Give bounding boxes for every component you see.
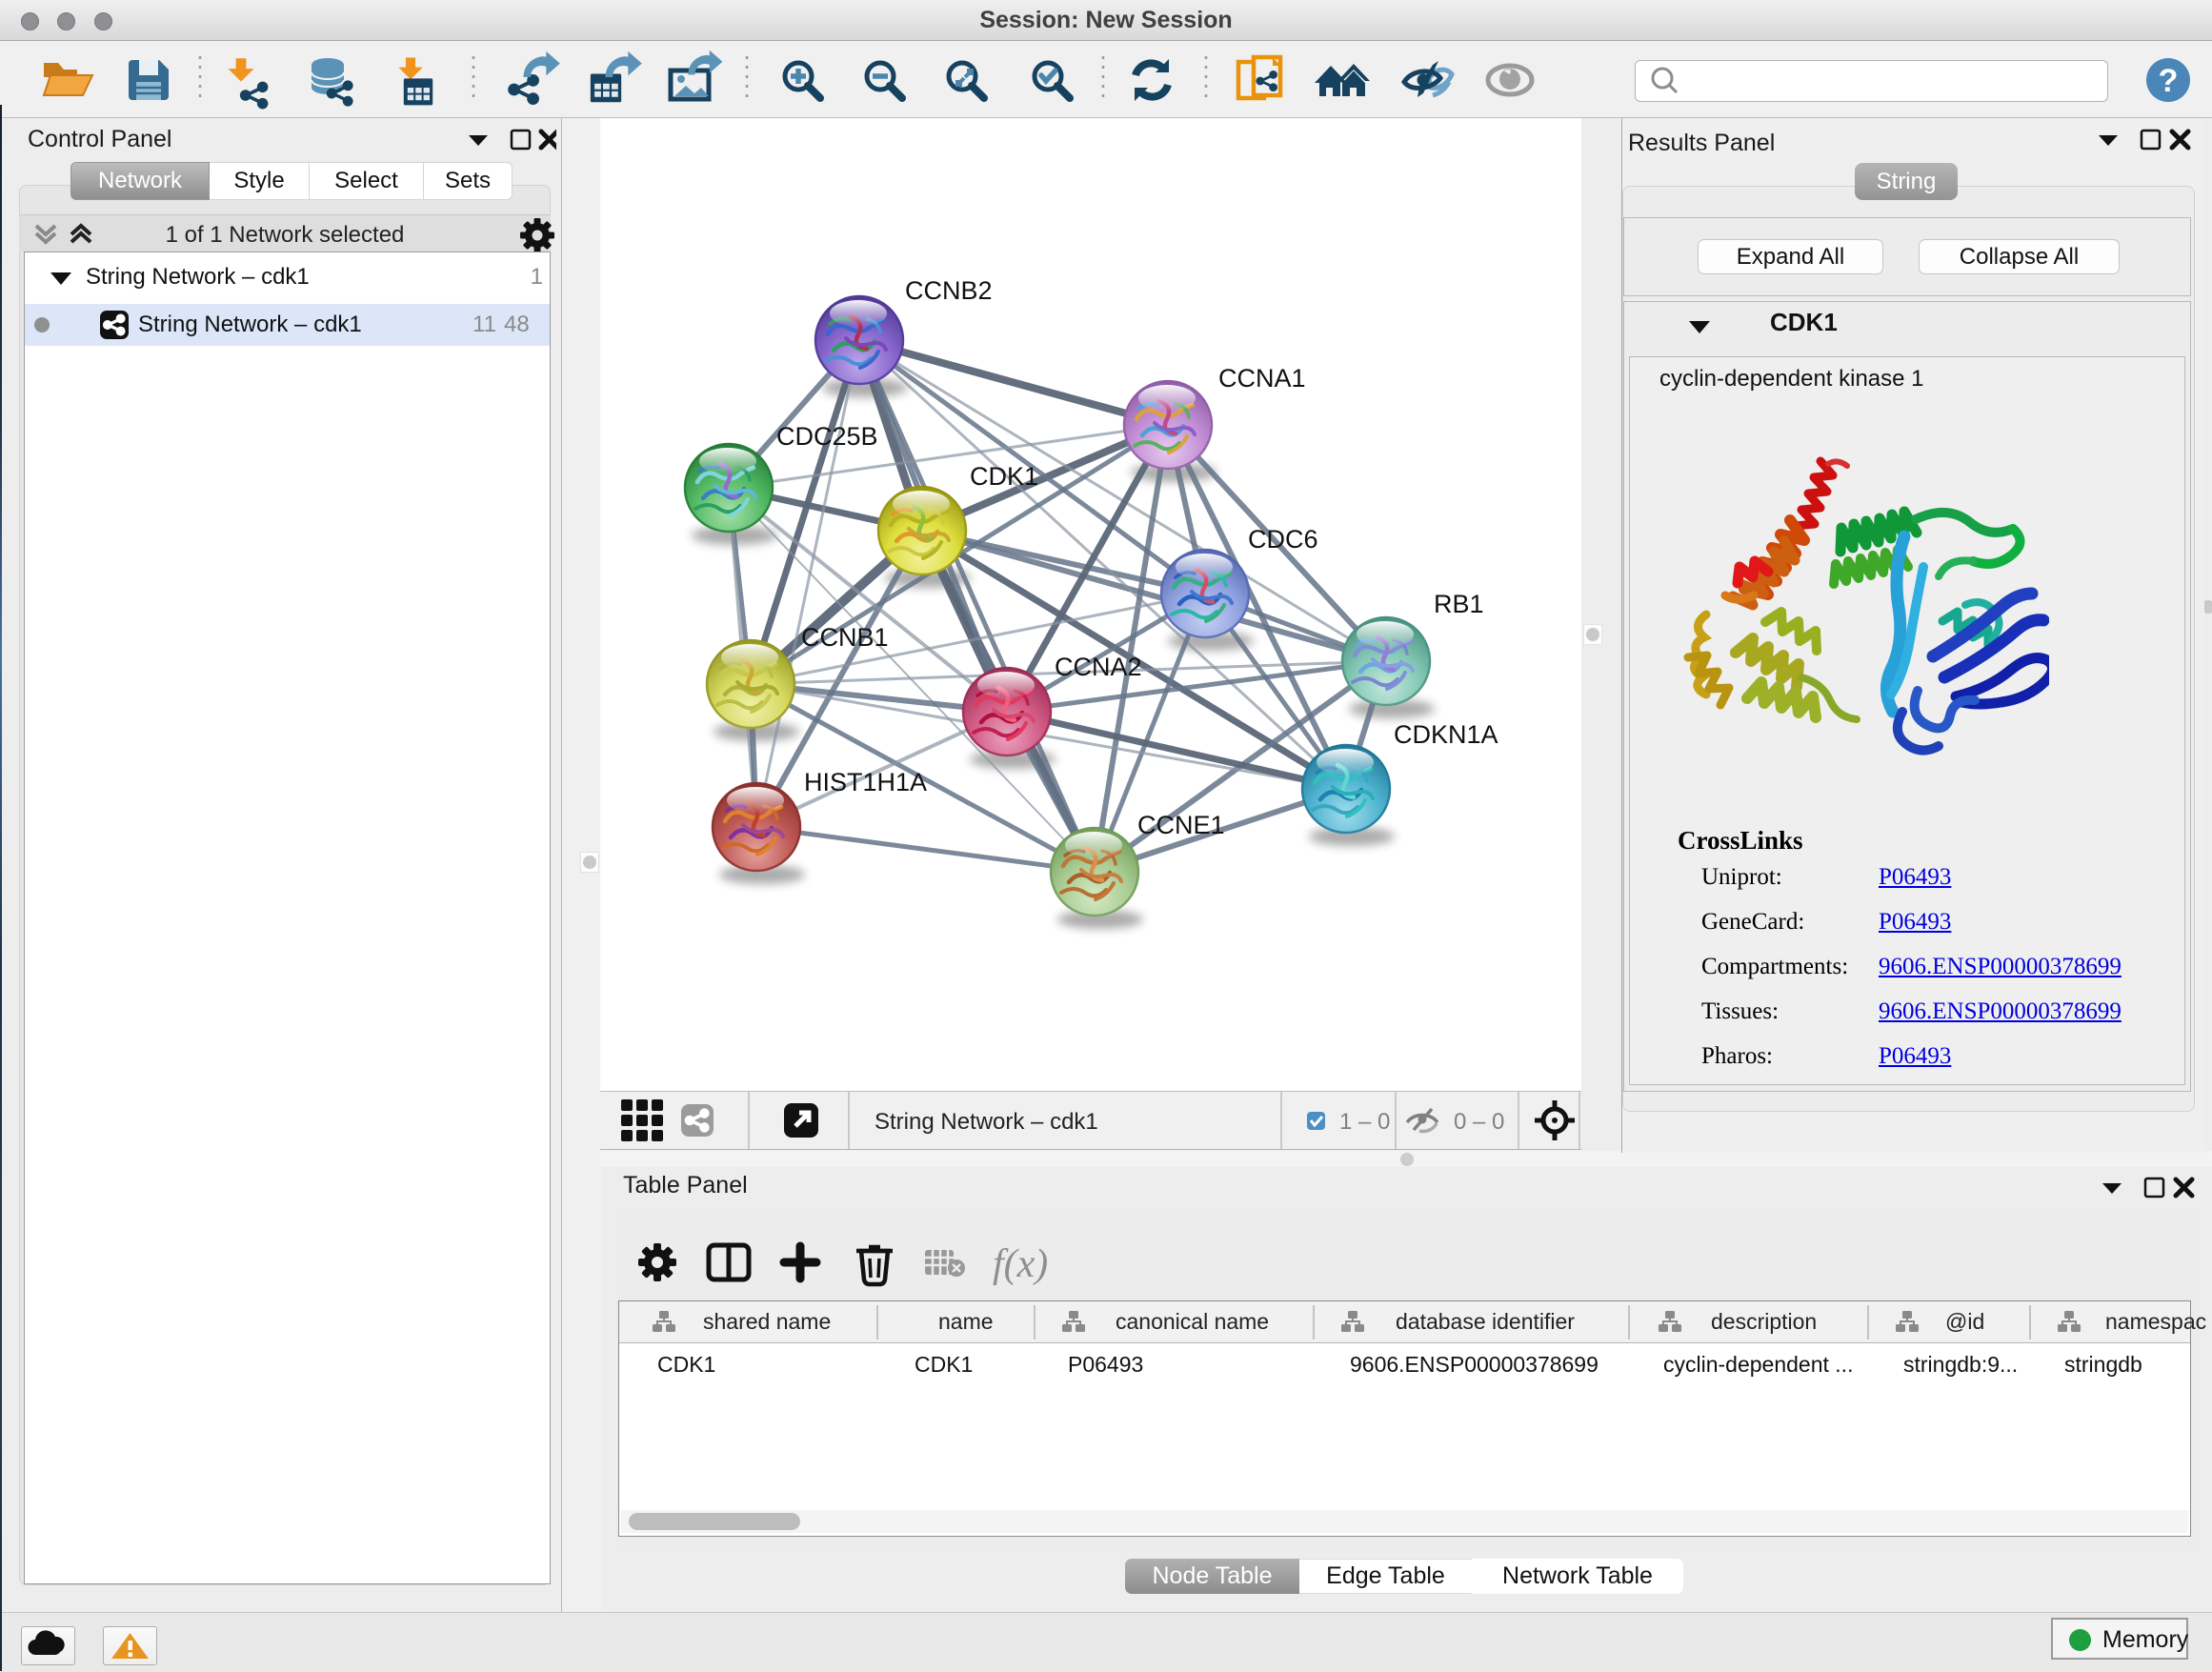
svg-text:HIST1H1A: HIST1H1A bbox=[804, 768, 927, 796]
svg-text:String Network – cdk1: String Network – cdk1 bbox=[875, 1109, 1098, 1135]
svg-text:0 – 0: 0 – 0 bbox=[1454, 1109, 1504, 1135]
svg-text:CCNB2: CCNB2 bbox=[905, 276, 993, 305]
svg-text:CCNE1: CCNE1 bbox=[1137, 811, 1225, 839]
svg-text:CDKN1A: CDKN1A bbox=[1394, 720, 1498, 749]
svg-text:CDC25B: CDC25B bbox=[776, 422, 878, 451]
svg-text:CCNB1: CCNB1 bbox=[801, 623, 889, 652]
svg-text:CCNA1: CCNA1 bbox=[1218, 364, 1306, 393]
svg-text:1 – 0: 1 – 0 bbox=[1339, 1109, 1390, 1135]
svg-text:CDC6: CDC6 bbox=[1248, 525, 1318, 554]
svg-text:f(x): f(x) bbox=[993, 1242, 1048, 1286]
svg-text:CDK1: CDK1 bbox=[970, 462, 1038, 491]
svg-text:RB1: RB1 bbox=[1434, 590, 1484, 618]
svg-text:?: ? bbox=[2159, 63, 2179, 99]
svg-text:CCNA2: CCNA2 bbox=[1055, 653, 1142, 681]
